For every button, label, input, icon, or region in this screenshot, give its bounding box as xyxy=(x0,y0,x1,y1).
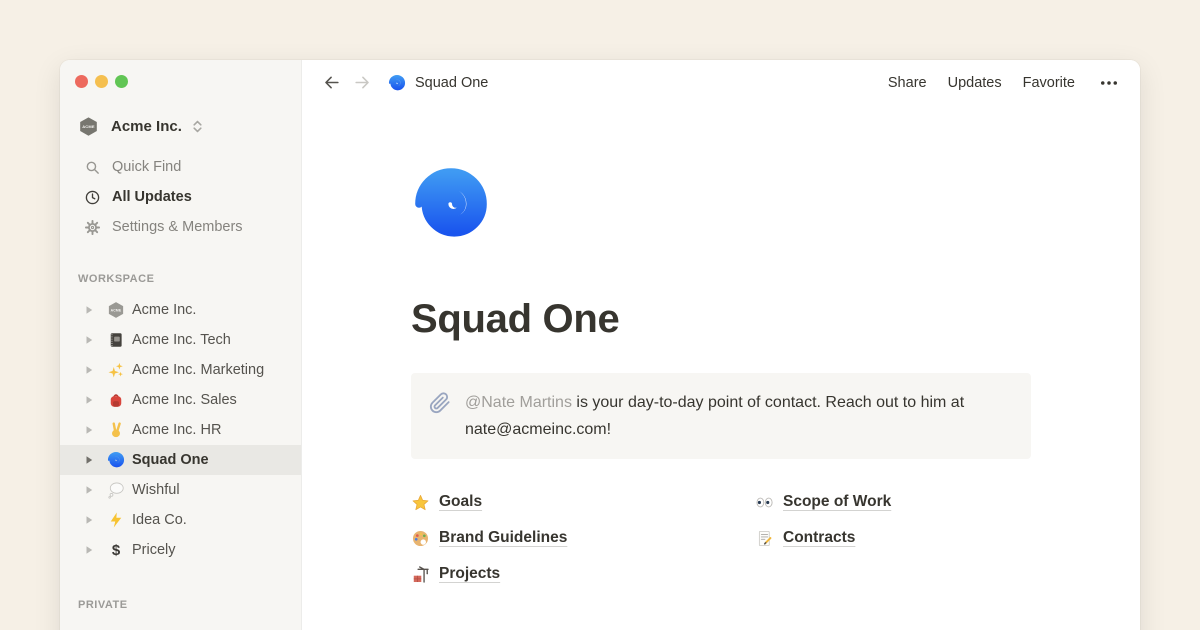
gear-icon xyxy=(84,219,101,236)
back-arrow-icon[interactable] xyxy=(322,73,341,92)
link-label: Scope of Work xyxy=(783,493,891,511)
backpack-icon xyxy=(107,391,125,409)
private-section-header: PRIVATE xyxy=(78,599,301,613)
tree-item-label: Acme Inc. Sales xyxy=(132,392,237,408)
sidebar-item-quick-find[interactable]: Quick Find xyxy=(60,152,301,182)
page-title[interactable]: Squad One xyxy=(411,297,1031,342)
page-content: Squad One @Nate Martins is your day-to-d… xyxy=(411,105,1031,630)
link-contracts[interactable]: Contracts xyxy=(755,520,891,556)
sidebar-item-squad-one[interactable]: Squad One xyxy=(60,445,301,475)
workspace-switcher-label: Acme Inc. xyxy=(111,118,182,135)
expand-toggle-icon[interactable] xyxy=(84,365,94,375)
close-window-button[interactable] xyxy=(75,75,88,88)
sidebar-item-acme-inc-tech[interactable]: Acme Inc. Tech xyxy=(60,325,301,355)
sparkles-icon xyxy=(107,361,125,379)
expand-toggle-icon[interactable] xyxy=(84,545,94,555)
sidebar: Acme Inc. Quick Find All Updates Setting… xyxy=(60,60,302,630)
link-goals[interactable]: Goals xyxy=(411,484,755,520)
link-brand-guidelines[interactable]: Brand Guidelines xyxy=(411,520,755,556)
acme-logo-icon xyxy=(107,301,125,319)
sidebar-item-acme-inc[interactable]: Acme Inc. xyxy=(60,295,301,325)
tree-item-label: Idea Co. xyxy=(132,512,187,528)
acme-logo-icon xyxy=(78,116,99,137)
sidebar-menu: Quick Find All Updates Settings & Member… xyxy=(60,152,301,242)
sidebar-item-acme-inc-marketing[interactable]: Acme Inc. Marketing xyxy=(60,355,301,385)
expand-toggle-icon[interactable] xyxy=(84,305,94,315)
app-window: Acme Inc. Quick Find All Updates Setting… xyxy=(60,60,1140,630)
link-label: Projects xyxy=(439,565,500,583)
more-menu-icon[interactable] xyxy=(1096,73,1122,93)
minimize-window-button[interactable] xyxy=(95,75,108,88)
expand-toggle-icon[interactable] xyxy=(84,485,94,495)
forward-arrow-icon[interactable] xyxy=(353,73,372,92)
topbar-actions: Share Updates Favorite xyxy=(888,73,1122,93)
zoom-window-button[interactable] xyxy=(115,75,128,88)
paperclip-icon xyxy=(429,392,451,414)
workspace-section-header: WORKSPACE xyxy=(78,273,301,287)
sidebar-item-settings-members[interactable]: Settings & Members xyxy=(60,212,301,242)
tree-item-label: Pricely xyxy=(132,542,176,558)
expand-toggle-icon[interactable] xyxy=(84,335,94,345)
dollar-icon xyxy=(107,541,125,559)
tree-item-label: Acme Inc. Tech xyxy=(132,332,231,348)
crane-icon xyxy=(411,565,430,584)
topbar: Squad One Share Updates Favorite xyxy=(302,60,1140,105)
expand-toggle-icon[interactable] xyxy=(84,515,94,525)
tree-item-label: Acme Inc. Marketing xyxy=(132,362,264,378)
share-button[interactable]: Share xyxy=(888,75,927,91)
link-projects[interactable]: Projects xyxy=(411,556,755,592)
link-label: Brand Guidelines xyxy=(439,529,567,547)
memo-icon xyxy=(755,529,774,548)
links-left-column: Goals Brand Guidelines Projects xyxy=(411,484,755,592)
sidebar-item-wishful[interactable]: Wishful xyxy=(60,475,301,505)
expand-toggle-icon[interactable] xyxy=(84,395,94,405)
mention-nate-martins[interactable]: @Nate Martins xyxy=(465,394,572,411)
menu-item-label: Settings & Members xyxy=(112,219,243,235)
sidebar-item-all-updates[interactable]: All Updates xyxy=(60,182,301,212)
page-links: Goals Brand Guidelines Projects Scope of xyxy=(411,484,1031,592)
tree-item-label: Acme Inc. xyxy=(132,302,196,318)
cyclone-icon xyxy=(388,74,406,92)
tree-item-label: Squad One xyxy=(132,452,209,468)
callout-text: @Nate Martins is your day-to-day point o… xyxy=(465,389,1013,443)
thought-balloon-icon xyxy=(107,481,125,499)
expand-toggle-icon[interactable] xyxy=(84,425,94,435)
notebook-icon xyxy=(107,331,125,349)
window-controls xyxy=(60,75,301,88)
breadcrumb[interactable]: Squad One xyxy=(388,74,488,92)
callout-block: @Nate Martins is your day-to-day point o… xyxy=(411,373,1031,459)
sidebar-item-acme-inc-hr[interactable]: Acme Inc. HR xyxy=(60,415,301,445)
sidebar-item-idea-co[interactable]: Idea Co. xyxy=(60,505,301,535)
tree-item-label: Acme Inc. HR xyxy=(132,422,221,438)
workspace-switcher[interactable]: Acme Inc. xyxy=(78,113,301,139)
sidebar-item-acme-inc-sales[interactable]: Acme Inc. Sales xyxy=(60,385,301,415)
menu-item-label: All Updates xyxy=(112,189,192,205)
menu-item-label: Quick Find xyxy=(112,159,181,175)
link-label: Goals xyxy=(439,493,482,511)
expand-toggle-icon[interactable] xyxy=(84,455,94,465)
victory-hand-icon xyxy=(107,421,125,439)
favorite-button[interactable]: Favorite xyxy=(1023,75,1075,91)
link-scope-of-work[interactable]: Scope of Work xyxy=(755,484,891,520)
cyclone-icon xyxy=(107,451,125,469)
sidebar-item-pricely[interactable]: Pricely xyxy=(60,535,301,565)
page-cyclone-icon[interactable] xyxy=(411,164,491,244)
chevron-updown-icon xyxy=(190,119,205,134)
clock-icon xyxy=(84,189,101,206)
breadcrumb-label: Squad One xyxy=(415,75,488,91)
links-right-column: Scope of Work Contracts xyxy=(755,484,891,592)
palette-icon xyxy=(411,529,430,548)
main-area: Squad One Share Updates Favorite Squad O… xyxy=(302,60,1140,630)
eyes-icon xyxy=(755,493,774,512)
tree-item-label: Wishful xyxy=(132,482,180,498)
updates-button[interactable]: Updates xyxy=(948,75,1002,91)
workspace-tree: Acme Inc. Acme Inc. Tech Acme Inc. Marke… xyxy=(60,295,301,565)
lightning-icon xyxy=(107,511,125,529)
star-icon xyxy=(411,493,430,512)
search-icon xyxy=(84,159,101,176)
link-label: Contracts xyxy=(783,529,855,547)
